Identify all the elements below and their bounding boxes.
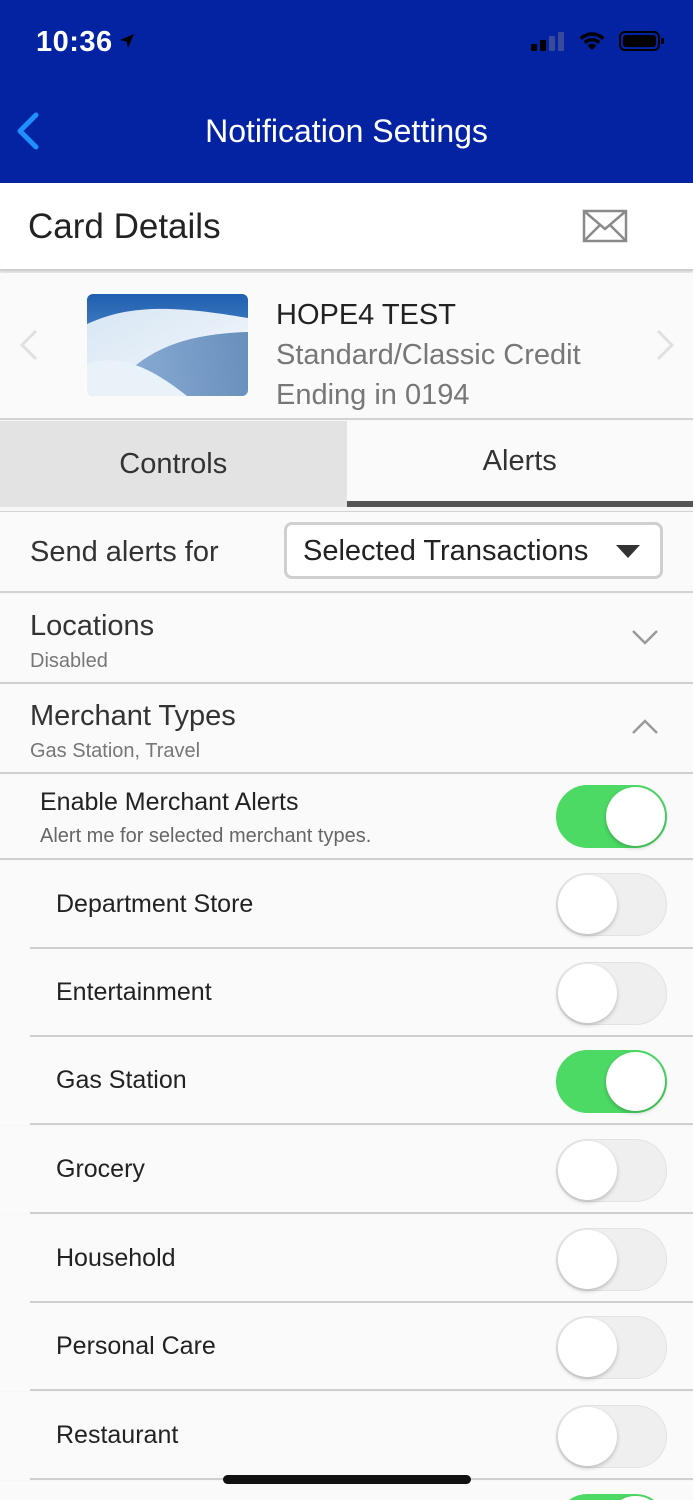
toggle-knob [558,1318,617,1377]
merchant-item-label: Entertainment [56,978,212,1006]
merchant-item-personal-care: Personal Care [0,1303,693,1391]
merchant-item-restaurant: Restaurant [0,1392,693,1480]
merchant-types-summary: Gas Station, Travel [30,740,201,762]
toggle-knob [606,1496,665,1500]
enable-merchant-alerts-subtitle: Alert me for selected merchant types. [40,825,372,847]
card-info: HOPE4 TEST Standard/Classic Credit Endin… [276,295,581,415]
toggle-knob [558,964,617,1023]
next-card-chevron-icon[interactable] [650,325,680,365]
locations-status: Disabled [30,650,108,672]
household-toggle[interactable] [556,1228,667,1291]
card-ending: Ending in 0194 [276,379,470,411]
battery-icon [619,31,664,51]
merchant-item-entertainment: Entertainment [0,949,693,1037]
toggle-knob [558,875,617,934]
merchant-item-label: Gas Station [56,1066,187,1094]
app-header: 10:36 Notification Settings [0,0,693,183]
locations-title: Locations [30,610,155,642]
tab-bar: Controls Alerts [0,421,693,507]
partial-toggle[interactable] [556,1494,667,1500]
locations-row[interactable]: Locations Disabled [0,594,693,684]
merchant-item-label: Household [56,1244,176,1272]
merchant-item-household: Household [0,1215,693,1303]
toggle-knob [606,1052,665,1111]
enable-merchant-alerts-toggle[interactable] [556,785,667,848]
enable-merchant-alerts-row: Enable Merchant Alerts Alert me for sele… [0,774,693,860]
restaurant-toggle[interactable] [556,1405,667,1468]
card-details-bar: Card Details [0,183,693,271]
merchant-item-label: Grocery [56,1155,145,1183]
card-details-title: Card Details [28,207,221,246]
page-title: Notification Settings [205,113,488,149]
previous-card-chevron-icon[interactable] [14,325,44,365]
merchant-item-label: Restaurant [56,1421,179,1449]
location-arrow-icon [120,34,134,48]
divider [30,1389,693,1391]
personal-care-toggle[interactable] [556,1316,667,1379]
merchant-types-title: Merchant Types [30,700,236,732]
merchant-item-gas-station: Gas Station [0,1037,693,1125]
card-carousel: HOPE4 TEST Standard/Classic Credit Endin… [0,273,693,420]
tab-alerts[interactable]: Alerts [346,421,693,507]
card-image [87,294,248,396]
toggle-knob [606,787,665,846]
cellular-signal-icon [531,32,564,51]
gas-station-toggle[interactable] [556,1050,667,1113]
card-holder-name: HOPE4 TEST [276,299,456,331]
send-alerts-label: Send alerts for [30,536,219,568]
mail-icon[interactable] [582,209,628,243]
merchant-types-row[interactable]: Merchant Types Gas Station, Travel [0,684,693,774]
merchant-item-grocery: Grocery [0,1126,693,1214]
toggle-knob [558,1230,617,1289]
send-alerts-row: Send alerts for Selected Transactions [0,511,693,593]
entertainment-toggle[interactable] [556,962,667,1025]
card-type: Standard/Classic Credit [276,339,581,371]
send-alerts-select[interactable]: Selected Transactions [284,522,663,579]
chevron-up-icon [632,719,658,734]
grocery-toggle[interactable] [556,1139,667,1202]
merchant-item-label: Department Store [56,890,254,918]
status-icons [531,30,665,52]
home-indicator[interactable] [223,1475,471,1484]
dropdown-caret-icon [616,545,640,558]
send-alerts-selected-value: Selected Transactions [303,535,589,567]
enable-merchant-alerts-title: Enable Merchant Alerts [40,788,299,816]
department-store-toggle[interactable] [556,873,667,936]
toggle-knob [558,1141,617,1200]
wifi-icon [579,32,605,50]
divider [30,1212,693,1214]
status-time: 10:36 [36,26,113,58]
divider [30,1123,693,1125]
toggle-knob [558,1407,617,1466]
merchant-item-label: Personal Care [56,1332,216,1360]
tab-controls[interactable]: Controls [0,421,347,507]
merchant-item-department-store: Department Store [0,861,693,949]
chevron-down-icon [632,630,658,645]
